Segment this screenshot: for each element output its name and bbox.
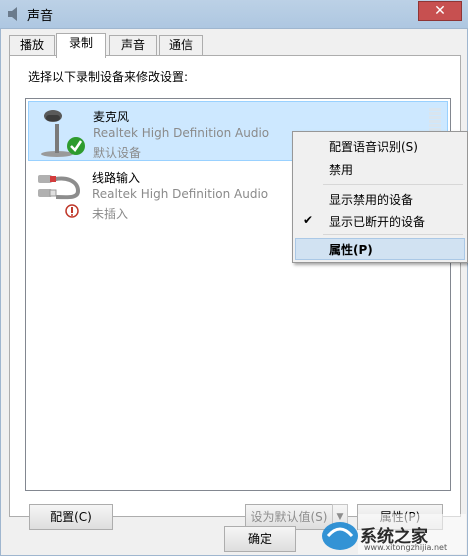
speaker-app-icon xyxy=(8,7,17,21)
title-bar: 声音 ✕ xyxy=(0,0,468,28)
menu-item-properties[interactable]: 属性(P) xyxy=(329,241,373,258)
microphone-icon xyxy=(41,110,85,157)
tab-sounds[interactable]: 声音 xyxy=(109,35,157,55)
instruction-text: 选择以下录制设备来修改设置: xyxy=(28,70,189,84)
device-driver: Realtek High Definition Audio xyxy=(92,187,269,201)
recording-panel: 选择以下录制设备来修改设置: 麦克风 Realtek High Definiti… xyxy=(9,55,461,530)
default-check-icon xyxy=(67,137,85,155)
watermark-url: www.xitongzhijia.net xyxy=(364,543,448,552)
window-title: 声音 xyxy=(27,9,54,24)
configure-button[interactable]: 配置(C) xyxy=(29,504,113,530)
context-menu: 配置语音识别(S) 禁用 显示禁用的设备 ✔ 显示已断开的设备 属性(P) xyxy=(292,131,468,263)
menu-item-configure-speech[interactable]: 配置语音识别(S) xyxy=(329,138,418,155)
menu-separator xyxy=(323,184,463,185)
device-name: 线路输入 xyxy=(92,171,141,185)
menu-item-show-disconnected[interactable]: 显示已断开的设备 xyxy=(329,213,425,230)
tab-recording[interactable]: 录制 xyxy=(56,33,106,58)
line-in-cable-icon xyxy=(38,175,81,218)
ok-button[interactable]: 确定 xyxy=(224,526,296,552)
checkmark-icon: ✔ xyxy=(303,213,314,227)
dialog-body: 播放 录制 声音 通信 选择以下录制设备来修改设置: 麦克风 Realtek H… xyxy=(0,28,468,556)
device-status: 默认设备 xyxy=(93,146,142,160)
menu-item-highlight xyxy=(295,238,465,260)
device-status: 未插入 xyxy=(92,207,129,221)
menu-separator xyxy=(323,234,463,235)
device-driver: Realtek High Definition Audio xyxy=(93,126,270,140)
close-button[interactable]: ✕ xyxy=(418,1,462,21)
device-name: 麦克风 xyxy=(93,110,130,124)
menu-item-show-disabled[interactable]: 显示禁用的设备 xyxy=(329,191,413,208)
menu-item-disable[interactable]: 禁用 xyxy=(329,161,353,178)
tab-playback[interactable]: 播放 xyxy=(9,35,55,55)
tab-communications[interactable]: 通信 xyxy=(159,35,203,55)
